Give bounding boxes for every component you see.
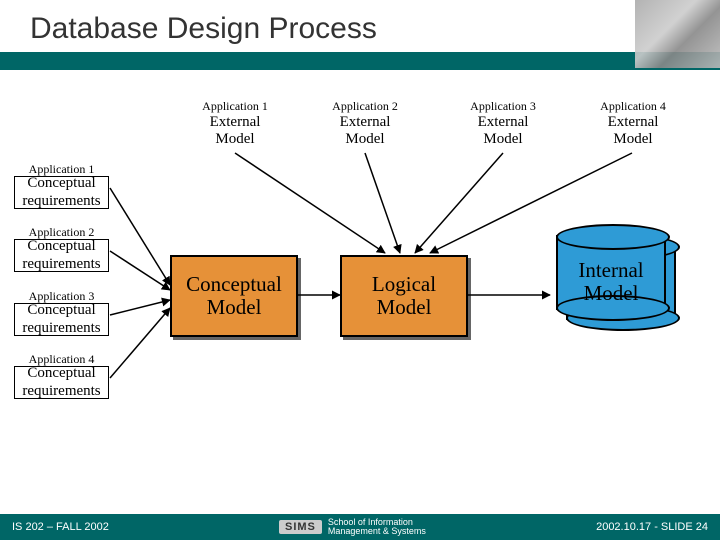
footer-course: IS 202 – FALL 2002 [12,521,109,533]
logical-model-box: Logical Model [340,255,468,337]
sims-badge: SIMS [279,520,322,534]
conceptual-model-box: Conceptual Model [170,255,298,337]
page-title: Database Design Process [0,0,720,52]
req-box-1: Conceptual requirements [14,176,109,209]
req-box-4: Conceptual requirements [14,366,109,399]
external-model-1: Application 1 External Model [180,100,290,148]
external-model-3: Application 3 External Model [448,100,558,148]
footer-slide: 2002.10.17 - SLIDE 24 [596,521,708,533]
req-box-2: Conceptual requirements [14,239,109,272]
req-box-3: Conceptual requirements [14,303,109,336]
external-model-4: Application 4 External Model [578,100,688,148]
header-photo [635,0,720,68]
footer-bar: IS 202 – FALL 2002 SIMS School of Inform… [0,514,720,540]
diagram-canvas: Application 1 External Model Application… [0,85,720,500]
external-model-2: Application 2 External Model [310,100,420,148]
footer-logo: SIMS School of Information Management & … [279,518,426,536]
title-divider [0,52,720,70]
sims-subtitle: School of Information Management & Syste… [328,518,426,536]
